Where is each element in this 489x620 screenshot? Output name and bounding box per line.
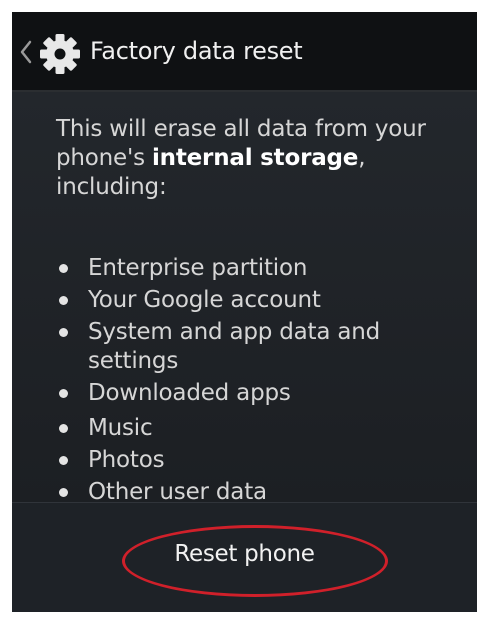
chevron-left-icon[interactable] xyxy=(18,39,34,65)
action-bar: Factory data reset xyxy=(12,12,477,92)
list-item-other-user-data: Other user data xyxy=(56,478,456,502)
reset-phone-label: Reset phone xyxy=(174,541,315,567)
list-item-photos: Photos xyxy=(56,446,456,475)
gear-icon[interactable] xyxy=(38,32,82,76)
reset-phone-button[interactable]: Reset phone xyxy=(12,503,477,612)
list-item-music: Music xyxy=(56,414,456,443)
warning-text-emphasis: internal storage xyxy=(152,145,359,171)
list-item-system-app-data: System and app data and settings xyxy=(56,318,456,376)
erased-data-list: Enterprise partition Your Google account… xyxy=(56,254,456,502)
page-title: Factory data reset xyxy=(90,37,303,65)
warning-text: This will erase all data from your phone… xyxy=(56,115,456,202)
factory-reset-screen: Factory data reset This will erase all d… xyxy=(12,12,477,612)
list-item-google-account: Your Google account xyxy=(56,286,456,315)
list-item-enterprise-partition: Enterprise partition xyxy=(56,254,456,283)
reset-warning-content: This will erase all data from your phone… xyxy=(12,92,477,502)
list-item-downloaded-apps: Downloaded apps xyxy=(56,379,456,408)
button-bar: Reset phone xyxy=(12,502,477,612)
